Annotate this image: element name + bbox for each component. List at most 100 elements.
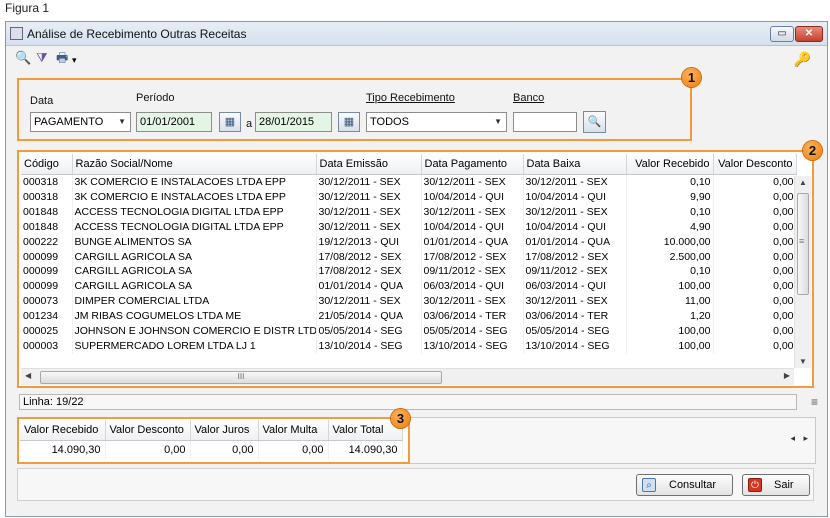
cell-codigo: 000025 — [21, 324, 73, 339]
banco-input[interactable] — [513, 112, 577, 132]
scroll-left-icon[interactable]: ◀ — [25, 371, 31, 380]
horizontal-scroll-thumb[interactable]: III — [40, 371, 442, 384]
action-bar: ⌕ Consultar ⏻ Sair — [17, 468, 814, 501]
cell-data-emissao: 30/12/2011 - SEX — [316, 204, 422, 220]
data-select-value: PAGAMENTO — [34, 116, 104, 128]
cell-data-pagamento: 17/08/2012 - SEX — [421, 249, 524, 265]
cell-valor-desconto: 0,00 — [713, 189, 797, 205]
cell-data-emissao: 01/01/2014 - QUA — [316, 279, 422, 295]
cell-razao-social: 3K COMERCIO E INSTALACOES LTDA EPP — [72, 174, 317, 190]
cell-data-baixa: 10/04/2014 - QUI — [523, 219, 627, 235]
data-select[interactable]: PAGAMENTO ▼ — [30, 112, 131, 132]
close-button[interactable]: ✕ — [795, 26, 823, 42]
column-header-codigo[interactable]: Código — [21, 154, 73, 175]
cell-codigo: 000222 — [21, 234, 73, 250]
window-title: Análise de Recebimento Outras Receitas — [27, 27, 247, 41]
tipo-recebimento-select[interactable]: TODOS ▼ — [366, 112, 507, 132]
banco-lookup-icon[interactable]: 🔍 — [583, 111, 606, 133]
column-header-data-baixa[interactable]: Data Baixa — [523, 154, 627, 175]
filter-icon[interactable]: ⧩ — [36, 51, 48, 65]
scroll-right-icon[interactable]: ▶ — [784, 371, 790, 380]
figure-caption: Figura 1 — [5, 1, 50, 15]
table-row[interactable]: 000003 SUPERMERCADO LOREM LTDA LJ 1 13/10/… — [21, 338, 797, 354]
app-window: Análise de Recebimento Outras Receitas ▭… — [5, 21, 828, 517]
cell-valor-desconto: 0,00 — [713, 264, 797, 280]
date-to-input[interactable]: 28/01/2015 — [255, 112, 332, 132]
cell-data-baixa: 09/11/2012 - SEX — [523, 264, 627, 280]
cell-data-baixa: 13/10/2014 - SEG — [523, 338, 627, 354]
totals-scroll-arrows-icon[interactable]: ◂ ▸ — [790, 433, 811, 444]
cell-data-baixa: 06/03/2014 - QUI — [523, 279, 627, 295]
column-header-razao-social[interactable]: Razão Social/Nome — [72, 154, 317, 175]
sair-button[interactable]: ⏻ Sair — [742, 474, 810, 496]
total-valor-total: 14.090,30 — [328, 440, 403, 459]
table-row[interactable]: 000099 CARGILL AGRICOLA SA 17/08/2012 - SE… — [21, 249, 797, 265]
cell-razao-social: CARGILL AGRICOLA SA — [72, 264, 317, 280]
consultar-button[interactable]: ⌕ Consultar — [636, 474, 733, 496]
cell-data-pagamento: 09/11/2012 - SEX — [421, 264, 524, 280]
callout-badge-1: 1 — [682, 68, 701, 87]
cell-data-emissao: 30/12/2011 - SEX — [316, 174, 422, 190]
cell-valor-recebido: 2.500,00 — [626, 249, 714, 265]
table-row[interactable]: 000222 BUNGE ALIMENTOS SA 19/12/2013 - QUI… — [21, 234, 797, 250]
calendar-icon[interactable]: ▦ — [219, 112, 241, 132]
cell-data-baixa: 30/12/2011 - SEX — [523, 174, 627, 190]
table-row[interactable]: 000318 3K COMERCIO E INSTALACOES LTDA EPP… — [21, 174, 797, 190]
app-icon — [10, 27, 23, 40]
cell-razao-social: ACCESS TECNOLOGIA DIGITAL LTDA EPP — [72, 204, 317, 220]
cell-codigo: 000099 — [21, 264, 73, 280]
filter-panel: Data PAGAMENTO ▼ Período 01/01/2001 ▦ a … — [17, 78, 692, 141]
cell-data-emissao: 17/08/2012 - SEX — [316, 264, 422, 280]
totals-header-valor-juros: Valor Juros — [190, 420, 259, 441]
total-valor-desconto: 0,00 — [105, 440, 191, 459]
menu-icon[interactable]: ≡ — [811, 395, 818, 409]
table-row[interactable]: 001848 ACCESS TECNOLOGIA DIGITAL LTDA EPP… — [21, 219, 797, 235]
title-bar: Análise de Recebimento Outras Receitas ▭… — [6, 22, 827, 46]
cell-data-pagamento: 03/06/2014 - TER — [421, 309, 524, 325]
cell-data-emissao: 30/12/2011 - SEX — [316, 294, 422, 310]
table-row[interactable]: 001234 JM RIBAS COGUMELOS LTDA ME 21/05/20… — [21, 309, 797, 325]
print-icon[interactable]: 🖶 — [56, 51, 68, 65]
cell-codigo: 000318 — [21, 189, 73, 205]
cell-razao-social: JOHNSON E JOHNSON COMERCIO E DISTR LTD — [72, 324, 317, 339]
cell-codigo: 000073 — [21, 294, 73, 310]
column-header-valor-desconto[interactable]: Valor Desconto — [713, 154, 797, 175]
table-row[interactable]: 000025 JOHNSON E JOHNSON COMERCIO E DISTR… — [21, 324, 797, 339]
cell-valor-recebido: 1,20 — [626, 309, 714, 325]
cell-razao-social: JM RIBAS COGUMELOS LTDA ME — [72, 309, 317, 325]
column-header-data-pagamento[interactable]: Data Pagamento — [421, 154, 524, 175]
cell-valor-desconto: 0,00 — [713, 249, 797, 265]
totals-header-valor-recebido: Valor Recebido — [20, 420, 106, 441]
cell-codigo: 000318 — [21, 174, 73, 190]
table-row[interactable]: 000099 CARGILL AGRICOLA SA 01/01/2014 - QU… — [21, 279, 797, 295]
totals-panel: Valor Recebido Valor Desconto Valor Juro… — [17, 417, 410, 464]
date-from-input[interactable]: 01/01/2001 — [136, 112, 212, 132]
cell-valor-desconto: 0,00 — [713, 294, 797, 310]
scroll-up-icon[interactable]: ▲ — [795, 178, 811, 187]
cell-codigo: 001234 — [21, 309, 73, 325]
table-row[interactable]: 001848 ACCESS TECNOLOGIA DIGITAL LTDA EPP… — [21, 204, 797, 220]
cell-valor-desconto: 0,00 — [713, 174, 797, 190]
search-icon[interactable]: 🔍 — [15, 51, 31, 65]
cell-razao-social: DIMPER COMERCIAL LTDA — [72, 294, 317, 310]
cell-codigo: 000003 — [21, 338, 73, 354]
horizontal-scrollbar[interactable]: ◀ III ▶ — [21, 368, 794, 385]
cell-data-pagamento: 30/12/2011 - SEX — [421, 174, 524, 190]
cell-valor-desconto: 0,00 — [713, 219, 797, 235]
table-row[interactable]: 000099 CARGILL AGRICOLA SA 17/08/2012 - SE… — [21, 264, 797, 280]
table-row[interactable]: 000073 DIMPER COMERCIAL LTDA 30/12/2011 - … — [21, 294, 797, 310]
column-header-data-emissao[interactable]: Data Emissão — [316, 154, 422, 175]
cell-codigo: 000099 — [21, 249, 73, 265]
print-dropdown-icon[interactable]: ▾ — [72, 53, 77, 67]
totals-header-valor-multa: Valor Multa — [258, 420, 329, 441]
restore-button[interactable]: ▭ — [770, 26, 794, 42]
scroll-down-icon[interactable]: ▼ — [795, 357, 811, 366]
cell-valor-recebido: 100,00 — [626, 279, 714, 295]
vertical-scrollbar[interactable]: ▲ ≡ ▼ — [794, 176, 811, 368]
calendar-icon[interactable]: ▦ — [338, 112, 360, 132]
chevron-down-icon: ▼ — [118, 117, 126, 126]
cell-data-baixa: 01/01/2014 - QUA — [523, 234, 627, 250]
key-icon[interactable]: 🔑 — [794, 51, 811, 68]
table-row[interactable]: 000318 3K COMERCIO E INSTALACOES LTDA EPP… — [21, 189, 797, 205]
column-header-valor-recebido[interactable]: Valor Recebido — [626, 154, 714, 175]
